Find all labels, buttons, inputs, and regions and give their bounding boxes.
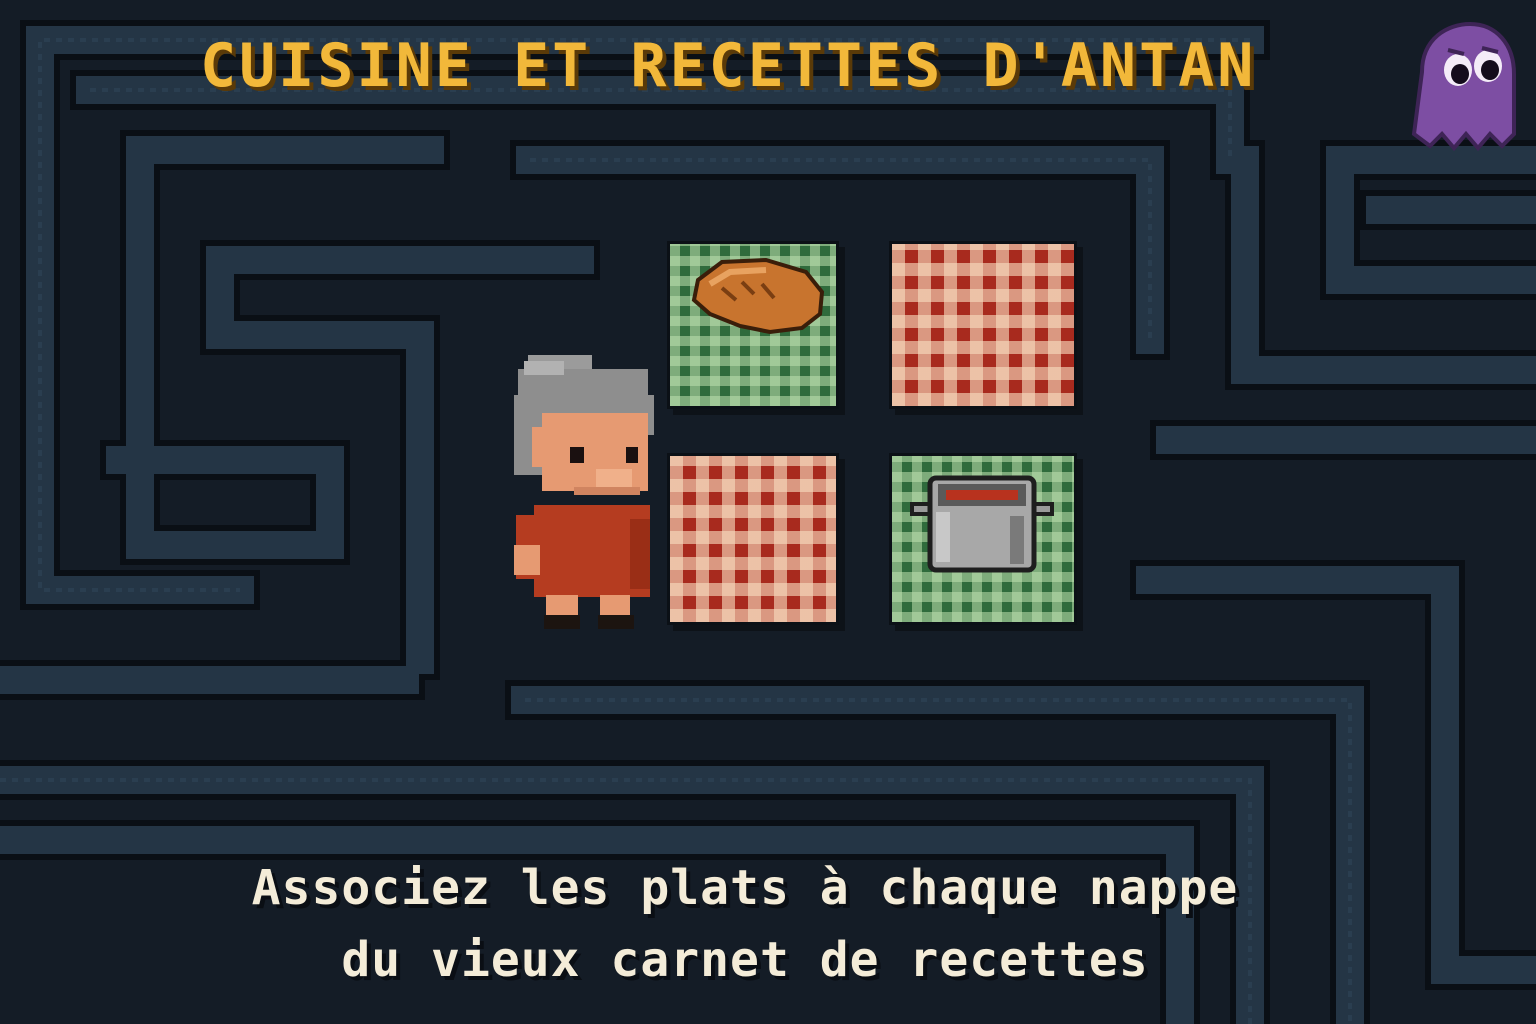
- instructions-line-2: du vieux carnet de recettes: [341, 932, 1149, 988]
- tablecloth-green-bread[interactable]: [670, 244, 836, 406]
- grandmother-sprite: [514, 355, 654, 629]
- game-title: CUISINE ET RECETTES D'ANTAN: [200, 31, 1257, 101]
- tablecloth-green-pot[interactable]: [892, 456, 1074, 622]
- bread-icon: [691, 257, 825, 335]
- instructions-line-1: Associez les plats à chaque nappe: [251, 860, 1239, 916]
- cooking-pot-icon: [910, 475, 1054, 573]
- tablecloth-red-bottom[interactable]: [670, 456, 836, 622]
- tablecloth-red-top[interactable]: [892, 244, 1074, 406]
- game-screen: CUISINE ET RECETTES D'ANTAN Associez les…: [0, 0, 1536, 1024]
- instructions-text: Associez les plats à chaque nappe du vie…: [180, 852, 1310, 1002]
- grandmother-character[interactable]: [514, 355, 656, 630]
- ghost-enemy: [1408, 22, 1520, 156]
- ghost-icon: [1411, 22, 1516, 152]
